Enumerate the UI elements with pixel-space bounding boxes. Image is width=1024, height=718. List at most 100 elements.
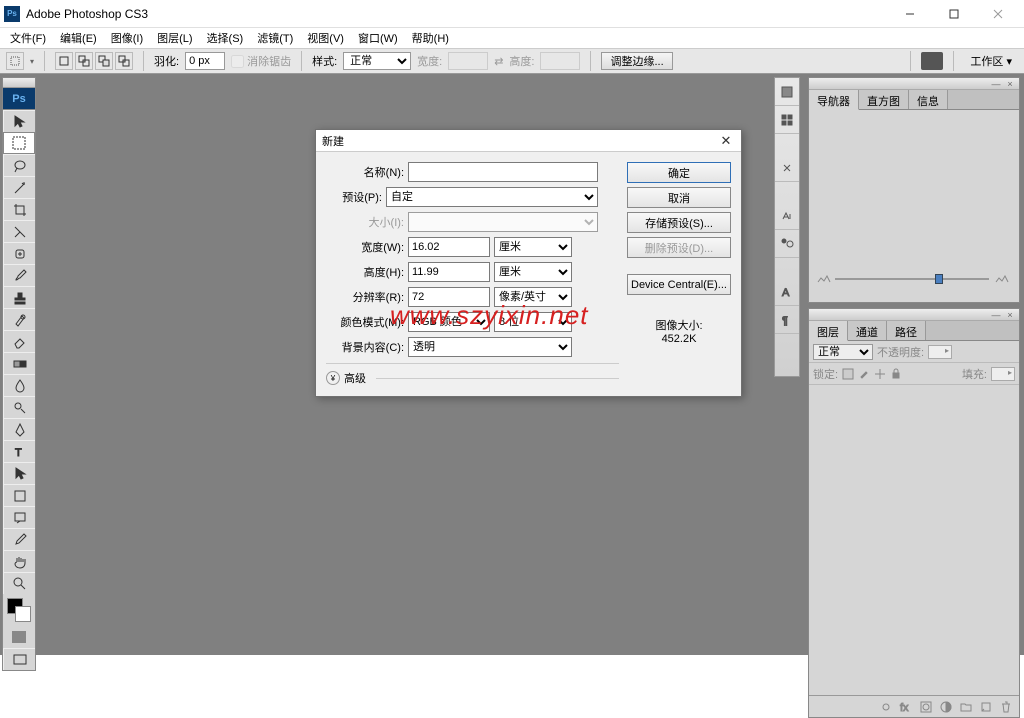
menu-help[interactable]: 帮助(H) (406, 28, 455, 48)
notes-tool[interactable] (3, 506, 35, 528)
panel-close-icon[interactable]: × (1005, 311, 1015, 319)
dock-para-icon[interactable]: A (775, 278, 799, 306)
trash-icon[interactable] (999, 700, 1013, 714)
stamp-tool[interactable] (3, 286, 35, 308)
res-input[interactable] (408, 287, 490, 307)
dock-swatches-icon[interactable] (775, 106, 799, 134)
device-central-button[interactable]: Device Central(E)... (627, 274, 731, 295)
tool-preset-icon[interactable] (6, 52, 24, 70)
sel-new-icon[interactable] (55, 52, 73, 70)
tab-channels[interactable]: 通道 (848, 321, 887, 340)
advanced-toggle[interactable]: ¥ 高级 (326, 363, 619, 386)
width-unit-select[interactable]: 厘米 (494, 237, 572, 257)
move-tool[interactable] (3, 110, 35, 132)
save-preset-button[interactable]: 存储预设(S)... (627, 212, 731, 233)
bg-select[interactable]: 透明 (408, 337, 572, 357)
menu-image[interactable]: 图像(I) (105, 28, 149, 48)
blend-mode-select[interactable]: 正常 (813, 344, 873, 360)
lasso-tool[interactable] (3, 154, 35, 176)
gradient-tool[interactable] (3, 352, 35, 374)
depth-select[interactable]: 8 位 (494, 312, 572, 332)
zoom-in-icon[interactable] (993, 275, 1011, 283)
dock-styles-icon[interactable] (775, 154, 799, 182)
dock-color-icon[interactable] (775, 78, 799, 106)
width-input[interactable] (408, 237, 490, 257)
slice-tool[interactable] (3, 220, 35, 242)
maximize-button[interactable] (932, 2, 976, 26)
bridge-icon[interactable] (921, 52, 943, 70)
swap-icon[interactable]: ⇄ (494, 55, 503, 68)
brush-tool[interactable] (3, 264, 35, 286)
link-icon[interactable] (879, 700, 893, 714)
dialog-close-button[interactable]: ✕ (717, 133, 735, 149)
tab-paths[interactable]: 路径 (887, 321, 926, 340)
sel-sub-icon[interactable] (95, 52, 113, 70)
tab-layers[interactable]: 图层 (809, 321, 848, 341)
menu-window[interactable]: 窗口(W) (352, 28, 404, 48)
lock-trans-icon[interactable] (842, 368, 854, 380)
lock-paint-icon[interactable] (858, 368, 870, 380)
cancel-button[interactable]: 取消 (627, 187, 731, 208)
menu-edit[interactable]: 编辑(E) (54, 28, 103, 48)
adjust-icon[interactable] (939, 700, 953, 714)
preset-select[interactable]: 自定 (386, 187, 598, 207)
sel-add-icon[interactable] (75, 52, 93, 70)
zoom-out-icon[interactable] (817, 275, 831, 283)
refine-edge-button[interactable]: 调整边缘... (601, 52, 672, 70)
minimize-button[interactable] (888, 2, 932, 26)
dodge-tool[interactable] (3, 396, 35, 418)
pen-tool[interactable] (3, 418, 35, 440)
menu-filter[interactable]: 滤镜(T) (251, 28, 299, 48)
background-color[interactable] (15, 606, 31, 622)
mask-icon[interactable] (919, 700, 933, 714)
path-select-tool[interactable] (3, 462, 35, 484)
toolbox-grip[interactable] (3, 78, 35, 88)
crop-tool[interactable] (3, 198, 35, 220)
shape-tool[interactable] (3, 484, 35, 506)
mode-select[interactable]: RGB 颜色 (408, 312, 490, 332)
ok-button[interactable]: 确定 (627, 162, 731, 183)
res-unit-select[interactable]: 像素/英寸 (494, 287, 572, 307)
quickmask-toggle[interactable] (3, 626, 35, 648)
fill-value[interactable] (991, 367, 1015, 381)
lock-all-icon[interactable] (890, 368, 902, 380)
menu-view[interactable]: 视图(V) (301, 28, 350, 48)
panel-close-icon[interactable]: × (1005, 80, 1015, 88)
style-select[interactable]: 正常 (343, 52, 411, 70)
dock-paragraph-icon[interactable]: ¶ (775, 306, 799, 334)
eyedropper-tool[interactable] (3, 528, 35, 550)
height-input[interactable] (408, 262, 490, 282)
feather-input[interactable]: 0 px (185, 52, 225, 70)
panel-min-icon[interactable]: — (991, 311, 1001, 319)
tab-histogram[interactable]: 直方图 (859, 90, 909, 109)
eraser-tool[interactable] (3, 330, 35, 352)
marquee-tool[interactable] (3, 132, 35, 154)
antialias-check[interactable]: 消除锯齿 (231, 53, 291, 69)
close-button[interactable] (976, 2, 1020, 26)
menu-select[interactable]: 选择(S) (201, 28, 250, 48)
history-brush-tool[interactable] (3, 308, 35, 330)
tab-navigator[interactable]: 导航器 (809, 90, 859, 110)
zoom-tool[interactable] (3, 572, 35, 594)
tab-info[interactable]: 信息 (909, 90, 948, 109)
workspace-dropdown[interactable]: 工作区 ▾ (964, 53, 1018, 69)
name-input[interactable] (408, 162, 598, 182)
color-swatches[interactable] (3, 594, 35, 626)
opacity-value[interactable] (928, 345, 952, 359)
menu-layer[interactable]: 图层(L) (151, 28, 198, 48)
screenmode-button[interactable] (3, 648, 35, 670)
new-layer-icon[interactable] (979, 700, 993, 714)
blur-tool[interactable] (3, 374, 35, 396)
fx-icon[interactable]: fx (899, 700, 913, 714)
type-tool[interactable]: T (3, 440, 35, 462)
height-unit-select[interactable]: 厘米 (494, 262, 572, 282)
zoom-slider[interactable] (835, 278, 989, 280)
hand-tool[interactable] (3, 550, 35, 572)
panel-min-icon[interactable]: — (991, 80, 1001, 88)
wand-tool[interactable] (3, 176, 35, 198)
dock-brushes-icon[interactable] (775, 230, 799, 258)
dock-char-icon[interactable] (775, 202, 799, 230)
folder-icon[interactable] (959, 700, 973, 714)
heal-tool[interactable] (3, 242, 35, 264)
sel-int-icon[interactable] (115, 52, 133, 70)
